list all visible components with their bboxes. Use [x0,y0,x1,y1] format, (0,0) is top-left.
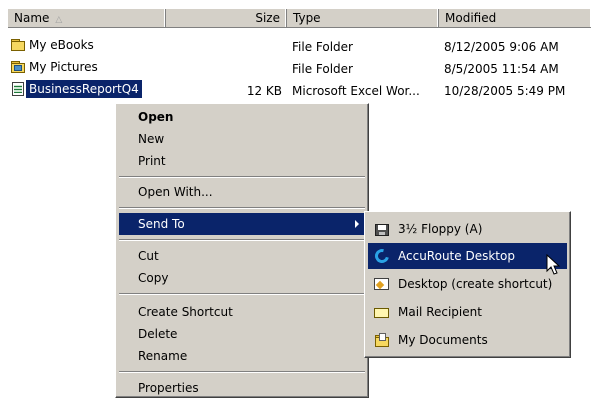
menu-item-open-with[interactable]: Open With... [119,181,365,203]
folder-icon [10,37,26,53]
file-type: File Folder [292,62,353,76]
menu-item-cut[interactable]: Cut [119,245,365,267]
file-name: BusinessReportQ4 [26,80,142,98]
accuroute-icon [372,246,392,266]
column-header-modified[interactable]: Modified [439,9,591,27]
send-to-my-documents-label: My Documents [398,333,488,347]
send-to-mail-label: Mail Recipient [398,305,482,319]
file-row-my-ebooks[interactable]: My eBooks File Folder 8/12/2005 9:06 AM [8,36,591,58]
file-type: Microsoft Excel Wor... [292,84,420,98]
menu-separator [119,371,365,373]
menu-item-rename[interactable]: Rename [119,345,365,367]
file-name-cell: My eBooks [10,36,97,54]
file-row-my-pictures[interactable]: My Pictures File Folder 8/5/2005 11:54 A… [8,58,591,80]
menu-item-new[interactable]: New [119,128,365,150]
sort-ascending-icon: △ [55,15,63,25]
mail-envelope-icon [374,304,390,320]
file-name-cell: My Pictures [10,58,101,76]
menu-separator [119,293,365,295]
column-header-name-label: Name [14,11,50,25]
mouse-pointer-icon [546,254,561,275]
file-name-cell: BusinessReportQ4 [10,80,142,98]
column-header-type-label: Type [293,11,321,25]
desktop-shortcut-icon [374,276,390,292]
menu-item-properties[interactable]: Properties [119,377,365,399]
send-to-accuroute-label: AccuRoute Desktop [398,249,515,263]
menu-separator [119,207,365,209]
menu-item-send-to[interactable]: Send To [119,213,365,235]
picture-folder-icon [10,59,26,75]
column-header-modified-label: Modified [445,11,497,25]
column-header-name[interactable]: Name △ [8,9,166,27]
excel-file-icon [10,81,26,97]
send-to-floppy[interactable]: 3½ Floppy (A) [368,216,567,242]
column-header-size[interactable]: Size [166,9,287,27]
send-to-desktop-label: Desktop (create shortcut) [398,277,553,291]
file-type: File Folder [292,40,353,54]
column-header-type[interactable]: Type [287,9,439,27]
menu-separator [119,176,365,178]
send-to-desktop[interactable]: Desktop (create shortcut) [368,271,567,297]
file-modified: 10/28/2005 5:49 PM [444,84,566,98]
send-to-mail-recipient[interactable]: Mail Recipient [368,299,567,325]
file-row-businessreportq4[interactable]: BusinessReportQ4 12 KB Microsoft Excel W… [8,80,591,102]
menu-item-create-shortcut[interactable]: Create Shortcut [119,301,365,323]
file-modified: 8/12/2005 9:06 AM [444,40,559,54]
file-modified: 8/5/2005 11:54 AM [444,62,559,76]
file-name: My Pictures [29,60,98,74]
send-to-submenu: 3½ Floppy (A) AccuRoute Desktop Desktop … [364,211,571,358]
menu-item-send-to-label: Send To [138,217,185,231]
menu-item-copy[interactable]: Copy [119,267,365,289]
floppy-disk-icon [374,221,390,237]
context-menu: Open New Print Open With... Send To Cut … [115,103,369,398]
column-header-size-label: Size [255,11,280,25]
menu-item-open[interactable]: Open [119,106,365,128]
menu-item-print[interactable]: Print [119,150,365,172]
send-to-floppy-label: 3½ Floppy (A) [398,222,483,236]
my-documents-icon [374,332,390,348]
submenu-arrow-icon [355,220,359,228]
file-size: 12 KB [246,84,282,98]
send-to-accuroute[interactable]: AccuRoute Desktop [368,243,567,269]
file-name: My eBooks [29,38,94,52]
send-to-my-documents[interactable]: My Documents [368,327,567,353]
menu-separator [119,239,365,241]
menu-item-delete[interactable]: Delete [119,323,365,345]
column-header-bar: Name △ Size Type Modified [8,8,591,28]
